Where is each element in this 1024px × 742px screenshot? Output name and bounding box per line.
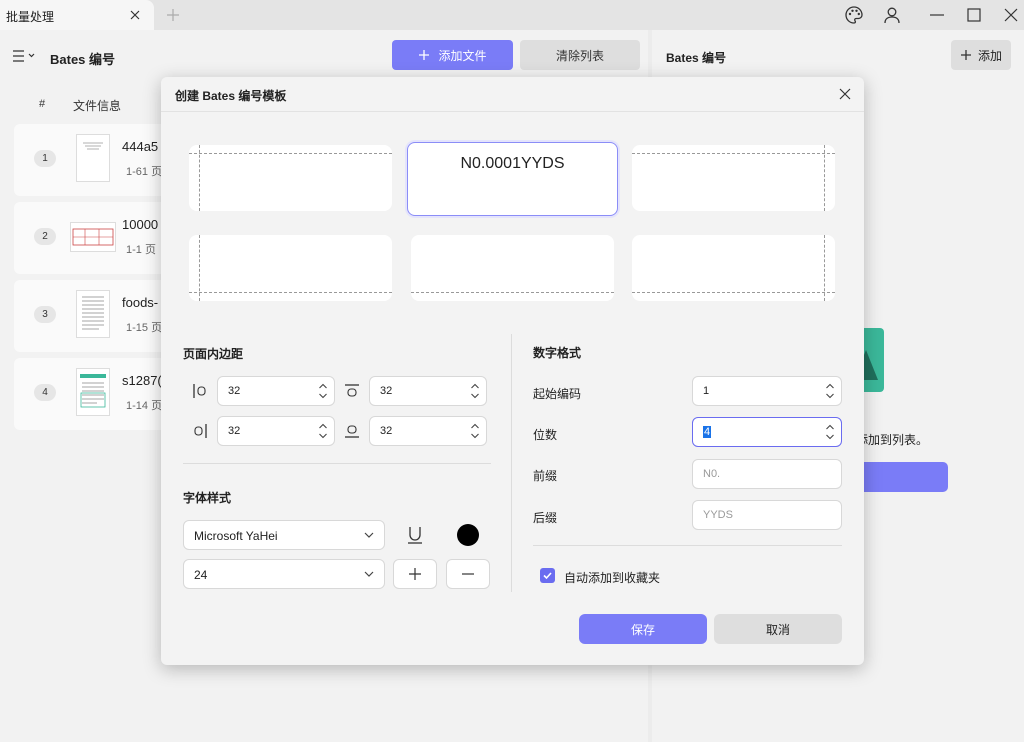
cancel-button[interactable]: 取消 (714, 614, 842, 644)
plus-icon (960, 50, 971, 60)
digits-label: 位数 (533, 428, 558, 442)
row-number: 4 (34, 384, 56, 401)
margin-section-label: 页面内边距 (183, 347, 244, 361)
position-bottom-left[interactable] (189, 235, 392, 301)
file-thumbnail (76, 368, 110, 416)
file-name: foods- (122, 295, 159, 310)
palette-icon[interactable] (843, 4, 865, 26)
list-menu-icon[interactable] (12, 47, 38, 65)
suffix-label: 后缀 (533, 511, 558, 525)
font-color-swatch[interactable] (457, 524, 479, 546)
close-icon[interactable] (126, 6, 144, 24)
bates-preview-text: N0.0001YYDS (460, 155, 565, 172)
row-number: 2 (34, 228, 56, 245)
prefix-input[interactable]: N0. (692, 459, 842, 489)
file-pages: 1-61 页 (126, 166, 163, 178)
dialog-divider (161, 111, 864, 112)
suffix-input[interactable]: YYDS (692, 500, 842, 530)
file-thumbnail (76, 134, 110, 182)
title-bar: 批量处理 (0, 0, 1024, 30)
maximize-icon[interactable] (963, 4, 985, 26)
file-name: 10000 (122, 217, 159, 232)
checkmark-icon (543, 572, 552, 580)
left-margin-icon (191, 382, 209, 400)
file-thumbnail (76, 290, 110, 338)
right-margin-icon (191, 422, 209, 440)
stepper-arrows-icon[interactable] (318, 421, 328, 441)
underline-icon[interactable] (405, 524, 425, 546)
increase-font-size-button[interactable] (393, 559, 437, 589)
add-template-button[interactable]: 添加 (951, 40, 1011, 70)
plus-icon (409, 568, 421, 580)
left-margin-input[interactable]: 32 (217, 376, 335, 406)
position-bottom-right[interactable] (632, 235, 835, 301)
auto-add-favorites-label[interactable]: 自动添加到收藏夹 (564, 569, 660, 586)
tab-title: 批量处理 (6, 10, 55, 24)
digits-input[interactable]: 4 (692, 417, 842, 447)
position-top-center[interactable]: N0.0001YYDS (407, 142, 618, 216)
chevron-down-icon (364, 532, 374, 538)
bottom-margin-input[interactable]: 32 (369, 416, 487, 446)
file-thumbnail (70, 222, 116, 252)
file-row[interactable]: 4 s1287( 1-14 页 (14, 358, 174, 430)
close-icon[interactable] (837, 86, 853, 102)
chevron-down-icon (364, 571, 374, 577)
row-number: 3 (34, 306, 56, 323)
file-pages: 1-14 页 (126, 400, 163, 412)
column-divider (511, 334, 512, 592)
file-name: 444a5 (122, 139, 159, 154)
close-icon[interactable] (1000, 4, 1022, 26)
panel-title: Bates 编号 (50, 52, 116, 67)
file-pages: 1-1 页 (126, 244, 156, 256)
file-row[interactable]: 1 444a5 1-61 页 (14, 124, 174, 196)
position-top-right[interactable] (632, 145, 835, 211)
add-files-label: 添加文件 (438, 48, 487, 63)
position-bottom-center[interactable] (411, 235, 614, 301)
right-margin-input[interactable]: 32 (217, 416, 335, 446)
font-size-select[interactable]: 24 (183, 559, 385, 589)
bottom-margin-icon (343, 422, 361, 440)
add-files-button[interactable]: 添加文件 (392, 40, 513, 70)
section-divider (533, 545, 842, 546)
font-section-label: 字体样式 (183, 491, 232, 505)
panel-title: Bates 编号 (666, 51, 727, 65)
font-family-select[interactable]: Microsoft YaHei (183, 520, 385, 550)
file-row[interactable]: 2 10000 1-1 页 (14, 202, 174, 274)
clear-list-label: 清除列表 (555, 48, 604, 63)
top-margin-input[interactable]: 32 (369, 376, 487, 406)
prefix-label: 前缀 (533, 469, 558, 483)
position-top-left[interactable] (189, 145, 392, 211)
user-icon[interactable] (881, 4, 903, 26)
plus-icon[interactable] (163, 5, 183, 25)
dialog-title: 创建 Bates 编号模板 (175, 89, 287, 103)
auto-add-favorites-checkbox[interactable] (540, 568, 555, 583)
save-button[interactable]: 保存 (579, 614, 707, 644)
top-margin-icon (343, 382, 361, 400)
file-pages: 1-15 页 (126, 322, 163, 334)
stepper-arrows-icon[interactable] (470, 381, 480, 401)
minus-icon (462, 573, 474, 575)
stepper-arrows-icon[interactable] (825, 381, 835, 401)
number-format-section-label: 数字格式 (533, 346, 582, 360)
plus-icon (419, 50, 430, 60)
add-template-label: 添加 (977, 48, 1002, 63)
stepper-arrows-icon[interactable] (470, 421, 480, 441)
section-divider (183, 463, 491, 464)
minimize-icon[interactable] (926, 4, 948, 26)
column-header-number: # (39, 98, 46, 110)
tab-batch-process[interactable]: 批量处理 (0, 0, 154, 30)
file-name: s1287( (122, 373, 162, 388)
file-row[interactable]: 3 foods- 1-15 页 (14, 280, 174, 352)
start-number-input[interactable]: 1 (692, 376, 842, 406)
create-bates-template-dialog: 创建 Bates 编号模板 N0.0001YYDS 页面内边距 32 32 32… (161, 77, 864, 665)
column-header-file-info: 文件信息 (73, 99, 122, 113)
decrease-font-size-button[interactable] (446, 559, 490, 589)
stepper-arrows-icon[interactable] (318, 381, 328, 401)
row-number: 1 (34, 150, 56, 167)
clear-list-button[interactable]: 清除列表 (520, 40, 640, 70)
start-number-label: 起始编码 (533, 387, 582, 401)
stepper-arrows-icon[interactable] (825, 422, 835, 442)
